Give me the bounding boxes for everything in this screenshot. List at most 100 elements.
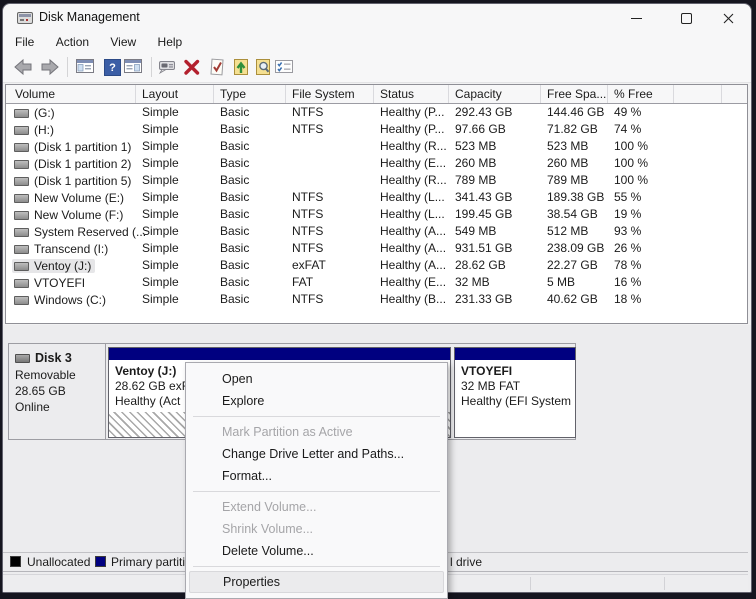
folder-up-icon[interactable]: [231, 57, 251, 77]
folder-search-icon[interactable]: [253, 57, 273, 77]
column-free-space[interactable]: Free Spa...: [541, 85, 608, 103]
menu-file[interactable]: File: [6, 32, 43, 53]
partition-title: Ventoy (J:): [115, 364, 177, 378]
cell-pct-free: 16 %: [614, 275, 642, 289]
cell-layout: Simple: [142, 241, 179, 255]
cell-type: Basic: [220, 258, 250, 272]
cell-pct-free: 26 %: [614, 241, 642, 255]
menu-help[interactable]: Help: [149, 32, 192, 53]
primary-partition-band: [109, 348, 450, 360]
partition-vtoyefi[interactable]: VTOYEFI 32 MB FAT Healthy (EFI System: [454, 347, 576, 438]
menu-item-delete-volume[interactable]: Delete Volume...: [186, 540, 447, 562]
action-pane-icon[interactable]: [123, 57, 143, 77]
disk-3-info-panel[interactable]: Disk 3 Removable 28.65 GB Online: [9, 344, 106, 439]
menu-bar: File Action View Help: [3, 32, 751, 53]
cell-layout: Simple: [142, 207, 179, 221]
disk-status: Online: [15, 400, 50, 414]
cell-free-space: 789 MB: [547, 173, 589, 187]
cell-layout: Simple: [142, 122, 179, 136]
cell-status: Healthy (L...: [380, 190, 445, 204]
status-divider: [530, 577, 531, 590]
table-row[interactable]: VTOYEFI Simple Basic FAT Healthy (E... 3…: [6, 274, 747, 291]
menu-item-properties[interactable]: Properties: [189, 571, 444, 593]
column-status[interactable]: Status: [374, 85, 449, 103]
table-row[interactable]: (Disk 1 partition 1) Simple Basic Health…: [6, 138, 747, 155]
header-filler: [722, 85, 747, 103]
console-tree-icon[interactable]: [75, 57, 95, 77]
menu-item-explore[interactable]: Explore: [186, 390, 447, 412]
table-row[interactable]: New Volume (F:) Simple Basic NTFS Health…: [6, 206, 747, 223]
minimize-button[interactable]: [613, 4, 659, 32]
cell-file-system: NTFS: [292, 105, 324, 119]
volume-icon: [14, 210, 29, 220]
volume-icon: [14, 193, 29, 203]
legend-partial-label: l drive: [450, 555, 483, 569]
check-document-icon[interactable]: [207, 57, 227, 77]
menu-action[interactable]: Action: [47, 32, 98, 53]
table-row[interactable]: (H:) Simple Basic NTFS Healthy (P... 97.…: [6, 121, 747, 138]
cell-status: Healthy (L...: [380, 207, 445, 221]
table-body: (G:) Simple Basic NTFS Healthy (P... 292…: [6, 104, 747, 308]
cell-status: Healthy (A...: [380, 258, 447, 272]
forward-icon[interactable]: [40, 57, 60, 77]
column-type[interactable]: Type: [214, 85, 286, 103]
table-row[interactable]: (Disk 1 partition 5) Simple Basic Health…: [6, 172, 747, 189]
menu-item-mark-partition-active: Mark Partition as Active: [222, 425, 353, 439]
cell-free-space: 523 MB: [547, 139, 589, 153]
column-file-system[interactable]: File System: [286, 85, 374, 103]
cell-status: Healthy (A...: [380, 241, 447, 255]
volume-icon: [14, 108, 29, 118]
column-pct-free[interactable]: % Free: [608, 85, 674, 103]
cell-layout: Simple: [142, 173, 179, 187]
table-row[interactable]: (G:) Simple Basic NTFS Healthy (P... 292…: [6, 104, 747, 121]
cell-status: Healthy (R...: [380, 173, 447, 187]
help-icon[interactable]: ?: [102, 57, 122, 77]
menu-item-change-drive-letter[interactable]: Change Drive Letter and Paths...: [186, 443, 447, 465]
cell-file-system: FAT: [292, 275, 314, 289]
delete-icon[interactable]: [182, 57, 202, 77]
table-row[interactable]: (Disk 1 partition 2) Simple Basic Health…: [6, 155, 747, 172]
menu-view[interactable]: View: [101, 32, 145, 53]
cell-file-system: NTFS: [292, 190, 324, 204]
table-row[interactable]: New Volume (E:) Simple Basic NTFS Health…: [6, 189, 747, 206]
menu-item-format[interactable]: Format...: [186, 465, 447, 487]
volume-icon: [14, 142, 29, 152]
checklist-icon[interactable]: [274, 57, 294, 77]
cell-capacity: 549 MB: [455, 224, 497, 238]
cell-layout: Simple: [142, 258, 179, 272]
cell-type: Basic: [220, 190, 250, 204]
close-icon: [723, 13, 734, 23]
cell-file-system: exFAT: [292, 258, 326, 272]
cell-capacity: 292.43 GB: [455, 105, 513, 119]
volume-name: (G:): [34, 106, 55, 120]
disk-media-type: Removable: [15, 368, 76, 382]
cell-type: Basic: [220, 122, 250, 136]
menu-separator: [193, 566, 440, 567]
cell-capacity: 28.62 GB: [455, 258, 506, 272]
column-volume[interactable]: Volume: [6, 85, 136, 103]
cell-file-system: NTFS: [292, 224, 324, 238]
popup-icon[interactable]: [157, 57, 177, 77]
column-layout[interactable]: Layout: [136, 85, 214, 103]
minimize-icon: [630, 17, 642, 19]
back-icon[interactable]: [13, 57, 33, 77]
cell-capacity: 260 MB: [455, 156, 497, 170]
cell-free-space: 512 MB: [547, 224, 589, 238]
table-row[interactable]: Windows (C:) Simple Basic NTFS Healthy (…: [6, 291, 747, 308]
table-row[interactable]: Ventoy (J:) Simple Basic exFAT Healthy (…: [6, 257, 747, 274]
cell-status: Healthy (E...: [380, 275, 447, 289]
cell-layout: Simple: [142, 275, 179, 289]
maximize-button[interactable]: [663, 4, 709, 32]
volume-icon: [14, 176, 29, 186]
table-row[interactable]: System Reserved (... Simple Basic NTFS H…: [6, 223, 747, 240]
primary-partition-band: [455, 348, 575, 360]
toolbar-separator: [67, 57, 68, 77]
table-row[interactable]: Transcend (I:) Simple Basic NTFS Healthy…: [6, 240, 747, 257]
menu-item-open[interactable]: Open: [186, 368, 447, 390]
column-capacity[interactable]: Capacity: [449, 85, 541, 103]
volume-name: (H:): [34, 123, 54, 137]
close-button[interactable]: [706, 4, 751, 32]
cell-layout: Simple: [142, 190, 179, 204]
cell-layout: Simple: [142, 139, 179, 153]
volume-list: Volume Layout Type File System Status Ca…: [5, 84, 748, 324]
